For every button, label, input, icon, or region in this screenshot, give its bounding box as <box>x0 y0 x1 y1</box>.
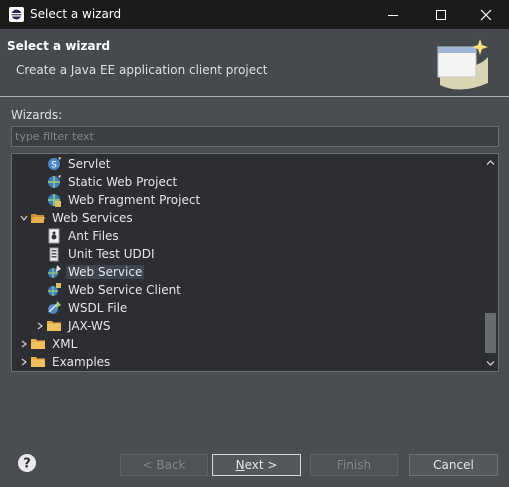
tree-item-examples[interactable]: Examples <box>12 353 482 371</box>
svg-text:?: ? <box>23 457 31 472</box>
wizard-tree[interactable]: S Servlet Static Web Project Web Fragmen… <box>11 153 499 372</box>
tree-item-label: Servlet <box>68 157 111 171</box>
web-service-icon <box>46 264 62 280</box>
tree-item-ant-files[interactable]: Ant Files <box>12 227 482 245</box>
svg-text:S: S <box>51 161 57 171</box>
eclipse-app-icon <box>8 6 25 23</box>
unit-test-uddi-icon <box>46 246 62 262</box>
chevron-right-icon[interactable] <box>18 356 30 368</box>
wizards-label: Wizards: <box>11 108 63 122</box>
filter-input[interactable] <box>11 126 499 147</box>
wizard-banner-icon <box>430 33 496 95</box>
tree-item-label: Static Web Project <box>68 175 178 189</box>
wizard-header: Select a wizard Create a Java EE applica… <box>0 29 509 97</box>
static-web-project-icon <box>46 174 62 190</box>
tree-item-xml[interactable]: XML <box>12 335 482 353</box>
help-button[interactable]: ? <box>17 453 37 473</box>
tree-scrollbar[interactable] <box>482 154 498 371</box>
chevron-up-icon <box>486 159 495 165</box>
maximize-button[interactable] <box>418 0 464 29</box>
finish-button[interactable]: Finish <box>310 454 398 476</box>
folder-icon <box>30 354 46 370</box>
close-icon <box>480 9 492 20</box>
tree-item-unit-test-uddi[interactable]: Unit Test UDDI <box>12 245 482 263</box>
next-label: ext > <box>244 458 278 472</box>
button-bar: ? < Back Next > Finish Cancel <box>0 440 509 487</box>
web-service-client-icon <box>46 282 62 298</box>
ant-files-icon <box>46 228 62 244</box>
servlet-icon: S <box>46 156 62 172</box>
tree-item-label: Web Fragment Project <box>68 193 201 207</box>
tree-item-web-fragment-project[interactable]: Web Fragment Project <box>12 191 482 209</box>
tree-item-label: Ant Files <box>68 229 119 243</box>
scroll-down-button[interactable] <box>482 356 498 370</box>
page-description: Create a Java EE application client proj… <box>16 63 268 77</box>
web-fragment-project-icon <box>46 192 62 208</box>
scroll-up-button[interactable] <box>482 155 498 169</box>
scrollbar-thumb[interactable] <box>485 313 496 353</box>
wsdl-file-icon <box>46 300 62 316</box>
tree-item-servlet[interactable]: S Servlet <box>12 155 482 173</box>
tree-item-web-service-client[interactable]: Web Service Client <box>12 281 482 299</box>
tree-item-wsdl-file[interactable]: WSDL File <box>12 299 482 317</box>
tree-item-static-web-project[interactable]: Static Web Project <box>12 173 482 191</box>
tree-item-label: Web Services <box>52 211 133 225</box>
tree-item-web-service[interactable]: Web Service <box>12 263 482 281</box>
tree-item-web-services[interactable]: Web Services <box>12 209 482 227</box>
cancel-button[interactable]: Cancel <box>409 454 498 476</box>
folder-open-icon <box>30 210 46 226</box>
help-icon: ? <box>18 454 36 472</box>
minimize-icon <box>388 14 398 16</box>
folder-icon <box>30 336 46 352</box>
tree-item-label: XML <box>52 337 78 351</box>
close-button[interactable] <box>463 0 509 29</box>
window-title-bar: Select a wizard <box>0 0 509 29</box>
folder-icon <box>46 318 62 334</box>
back-button[interactable]: < Back <box>120 454 208 476</box>
maximize-icon <box>436 9 446 20</box>
chevron-right-icon[interactable] <box>34 320 46 332</box>
tree-item-label: Web Service <box>66 265 145 279</box>
next-button[interactable]: Next > <box>212 454 301 476</box>
chevron-right-icon[interactable] <box>18 338 30 350</box>
minimize-button[interactable] <box>370 0 416 29</box>
window-title: Select a wizard <box>30 7 122 21</box>
chevron-down-icon[interactable] <box>18 212 30 224</box>
tree-item-jax-ws[interactable]: JAX-WS <box>12 317 482 335</box>
page-title: Select a wizard <box>7 39 111 53</box>
chevron-down-icon <box>486 360 495 366</box>
tree-item-label: WSDL File <box>68 301 128 315</box>
tree-item-label: Examples <box>52 355 111 369</box>
tree-item-label: JAX-WS <box>68 319 111 333</box>
next-mnemonic: N <box>235 458 245 472</box>
tree-item-label: Web Service Client <box>68 283 181 297</box>
tree-item-label: Unit Test UDDI <box>68 247 155 261</box>
